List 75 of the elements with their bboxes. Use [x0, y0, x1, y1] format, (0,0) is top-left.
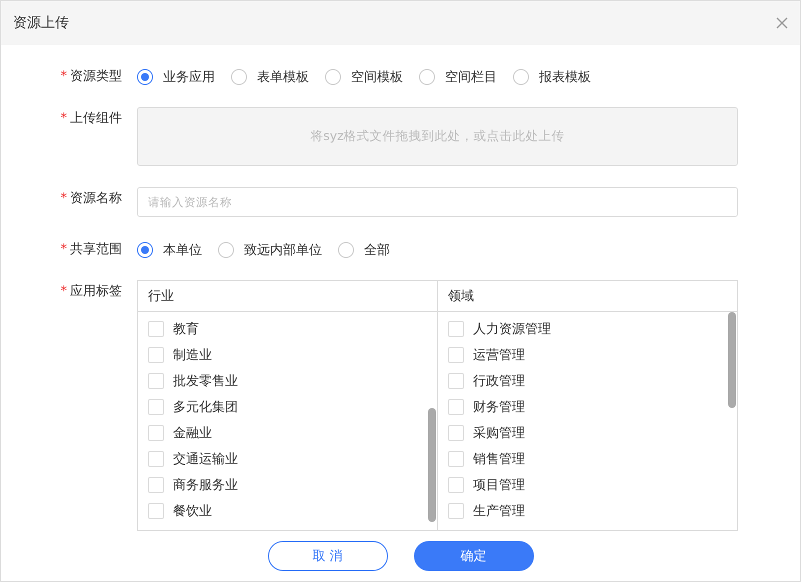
tag-label[interactable]: 制造业 [173, 346, 212, 364]
radio-label: 本单位 [163, 242, 202, 259]
tag-label[interactable]: 采购管理 [473, 424, 525, 442]
checkbox[interactable] [448, 503, 464, 519]
checkbox[interactable] [148, 347, 164, 363]
tag-label[interactable]: 教育 [173, 320, 199, 338]
tag-label[interactable]: 交通运输业 [173, 450, 238, 468]
checkbox[interactable] [148, 373, 164, 389]
radio-label: 业务应用 [163, 69, 215, 86]
radio-label: 致远内部单位 [244, 242, 322, 259]
dialog-title: 资源上传 [13, 14, 69, 32]
radio-label: 全部 [364, 242, 390, 259]
field-label: 共享范围 [70, 242, 122, 257]
radio-option[interactable]: 致远内部单位 [218, 241, 322, 259]
tag-label[interactable]: 财务管理 [473, 398, 525, 416]
required-mark: * [60, 69, 67, 84]
checkbox[interactable] [148, 425, 164, 441]
radio-icon[interactable] [513, 69, 529, 85]
radio-option[interactable]: 报表模板 [513, 68, 591, 86]
radio-icon[interactable] [218, 242, 234, 258]
checkbox[interactable] [148, 321, 164, 337]
tag-label[interactable]: 生产管理 [473, 502, 525, 520]
field-label: 上传组件 [70, 111, 122, 126]
name-input-field[interactable]: 请输入资源名称 [137, 187, 738, 217]
close-icon[interactable] [776, 17, 788, 29]
radio-icon[interactable] [231, 69, 247, 85]
tag-label[interactable]: 商务服务业 [173, 476, 238, 494]
scrollbar-thumb[interactable] [728, 312, 736, 408]
column-header: 领域 [448, 288, 474, 305]
radio-option[interactable]: 空间模板 [325, 68, 403, 86]
radio-label: 空间栏目 [445, 69, 497, 86]
tag-label[interactable]: 多元化集团 [173, 398, 238, 416]
tag-label[interactable]: 运营管理 [473, 346, 525, 364]
checkbox[interactable] [448, 321, 464, 337]
required-mark: * [60, 242, 67, 257]
checkbox[interactable] [148, 451, 164, 467]
radio-label: 报表模板 [539, 69, 591, 86]
required-mark: * [60, 191, 67, 206]
checkbox[interactable] [148, 477, 164, 493]
confirm-button[interactable]: 确定 [414, 541, 534, 571]
radio-icon[interactable] [338, 242, 354, 258]
column-header: 行业 [148, 288, 174, 305]
radio-option[interactable]: 全部 [338, 241, 390, 259]
required-mark: * [60, 284, 67, 299]
radio-option[interactable]: 本单位 [137, 241, 202, 259]
cancel-button[interactable]: 取 消 [268, 541, 388, 571]
field-label: 资源名称 [70, 191, 122, 206]
checkbox[interactable] [448, 399, 464, 415]
checkbox[interactable] [148, 503, 164, 519]
radio-icon[interactable] [419, 69, 435, 85]
tag-label[interactable]: 人力资源管理 [473, 320, 551, 338]
checkbox[interactable] [448, 347, 464, 363]
checkbox[interactable] [448, 425, 464, 441]
radio-label: 表单模板 [257, 69, 309, 86]
required-mark: * [60, 111, 67, 126]
radio-icon[interactable] [137, 242, 153, 258]
radio-option[interactable]: 表单模板 [231, 68, 309, 86]
radio-icon[interactable] [137, 69, 153, 85]
radio-option[interactable]: 业务应用 [137, 68, 215, 86]
checkbox[interactable] [148, 399, 164, 415]
tag-label[interactable]: 销售管理 [473, 450, 525, 468]
checkbox[interactable] [448, 451, 464, 467]
radio-label: 空间模板 [351, 69, 403, 86]
tag-label[interactable]: 行政管理 [473, 372, 525, 390]
checkbox[interactable] [448, 373, 464, 389]
tag-label[interactable]: 项目管理 [473, 476, 525, 494]
scrollbar-thumb[interactable] [428, 408, 436, 522]
radio-option[interactable]: 空间栏目 [419, 68, 497, 86]
tag-label[interactable]: 批发零售业 [173, 372, 238, 390]
tag-label[interactable]: 餐饮业 [173, 502, 212, 520]
checkbox[interactable] [448, 477, 464, 493]
tag-label[interactable]: 金融业 [173, 424, 212, 442]
field-label: 资源类型 [70, 69, 122, 84]
field-label: 应用标签 [70, 284, 122, 299]
radio-icon[interactable] [325, 69, 341, 85]
